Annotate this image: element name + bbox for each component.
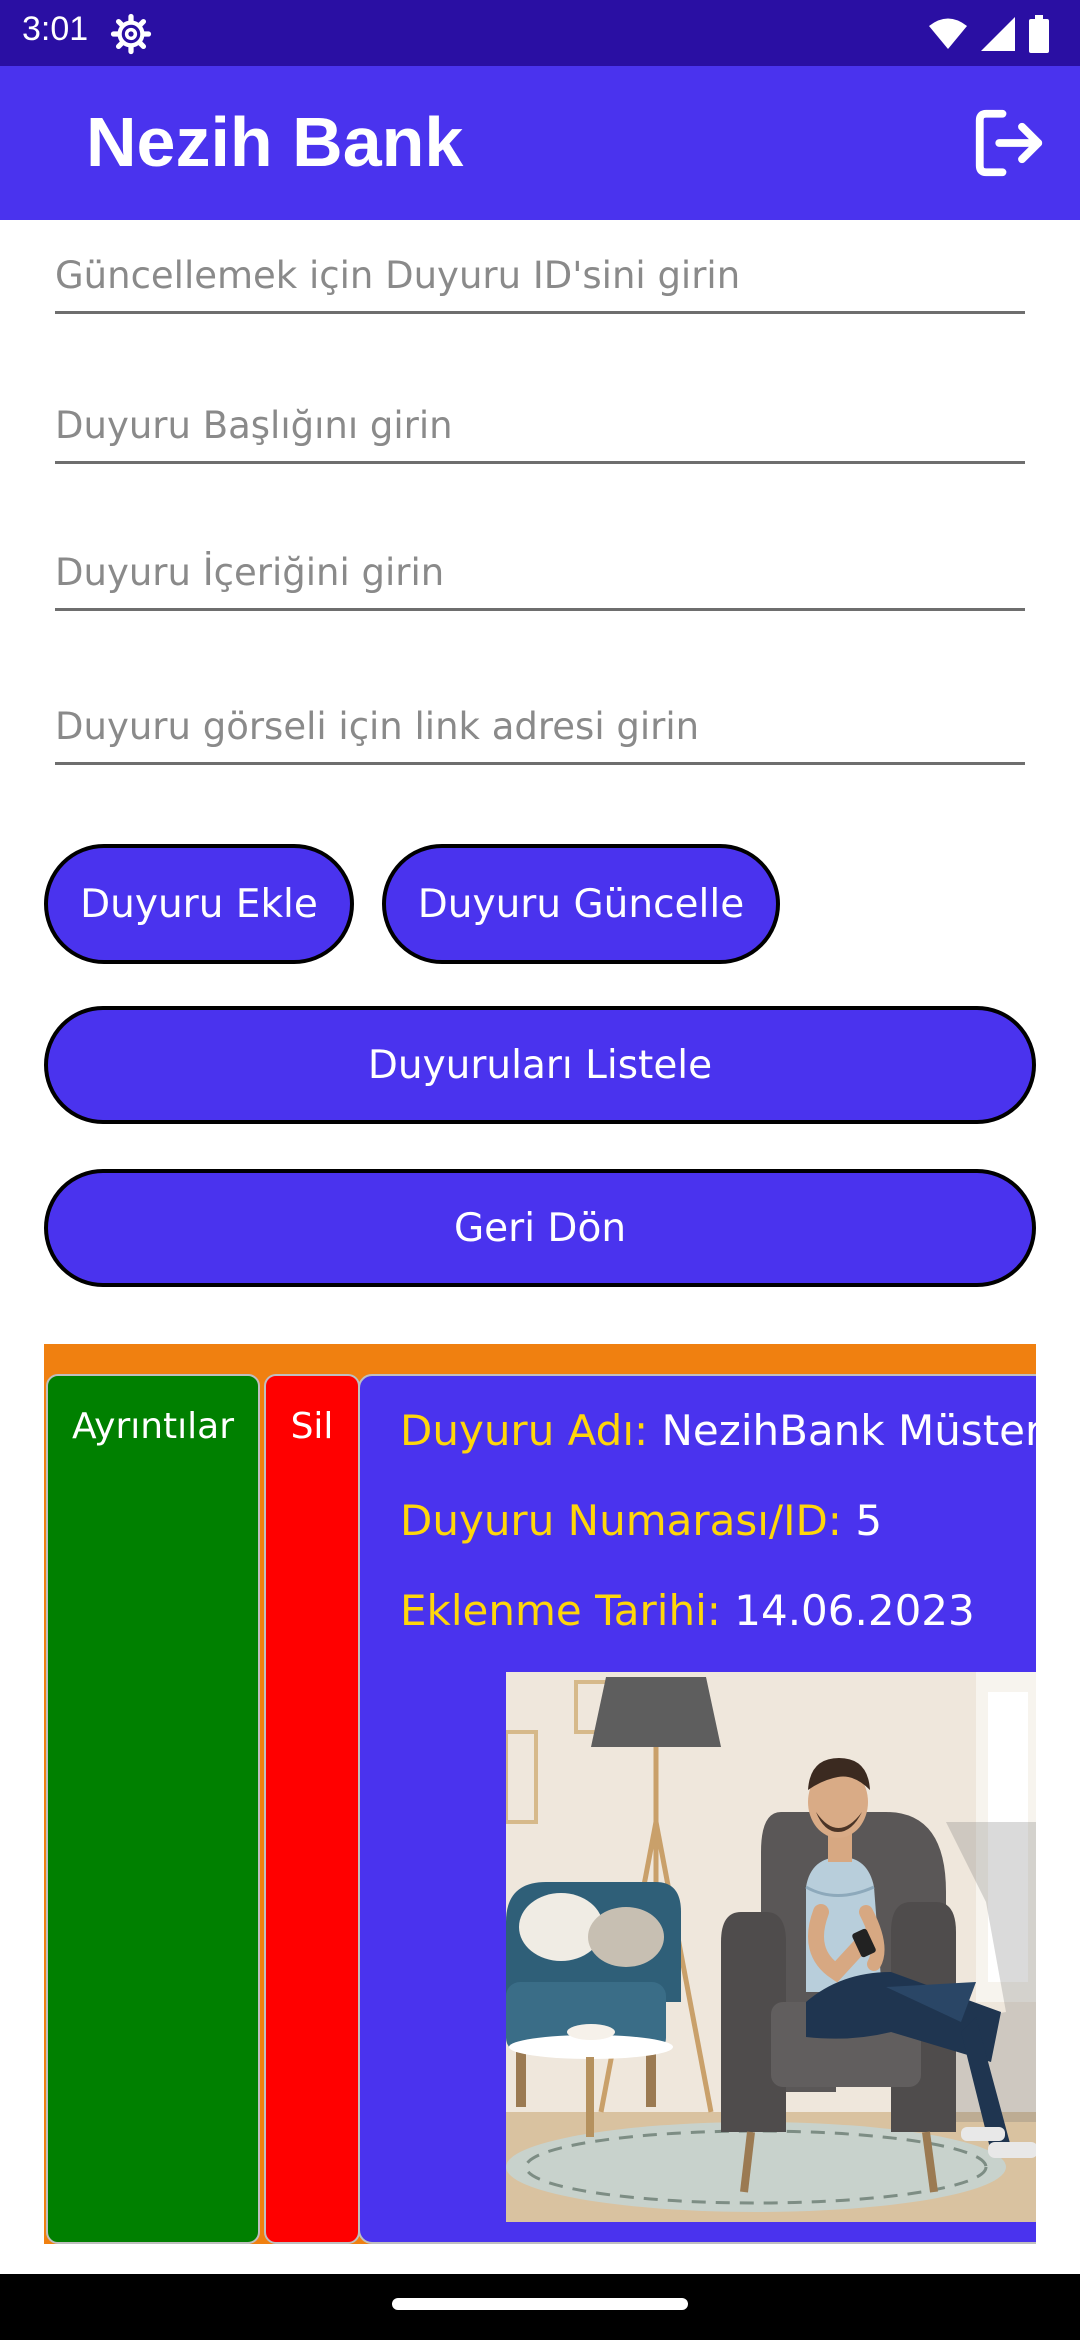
details-label: Ayrıntılar	[71, 1406, 235, 1447]
details-button[interactable]: Ayrıntılar	[46, 1374, 260, 2244]
app-title: Nezih Bank	[86, 103, 464, 181]
announcement-name-value: NezihBank Müsteris	[661, 1406, 1036, 1455]
announcement-id-label: Duyuru Numarası/ID:	[400, 1496, 842, 1545]
announcement-name-row: Duyuru Adı: NezihBank Müsteris	[400, 1406, 1036, 1455]
logout-icon[interactable]	[970, 104, 1048, 182]
announcement-info-panel: Duyuru Adı: NezihBank Müsteris Duyuru Nu…	[358, 1374, 1036, 2244]
image-link-input[interactable]	[55, 705, 1025, 762]
delete-button[interactable]: Sil	[264, 1374, 360, 2244]
navigation-bar	[0, 2274, 1080, 2340]
announcement-image	[506, 1672, 1036, 2222]
announcement-title-field	[55, 404, 1025, 464]
status-bar: 3:01	[0, 0, 1080, 66]
announcement-date-value: 14.06.2023	[734, 1586, 975, 1635]
announcement-title-input[interactable]	[55, 404, 1025, 461]
update-announcement-button[interactable]: Duyuru Güncelle	[382, 844, 780, 964]
announcement-content-field	[55, 551, 1025, 611]
update-id-input[interactable]	[55, 254, 1025, 311]
home-gesture-handle[interactable]	[392, 2298, 688, 2310]
delete-label: Sil	[290, 1406, 334, 1447]
announcement-content-input[interactable]	[55, 551, 1025, 608]
cellular-signal-icon	[981, 17, 1015, 51]
battery-icon	[1029, 15, 1049, 53]
announcement-card: Ayrıntılar Sil Duyuru Adı: NezihBank Müs…	[44, 1344, 1036, 2244]
announcement-id-value: 5	[855, 1496, 883, 1545]
list-announcements-button[interactable]: Duyuruları Listele	[44, 1006, 1036, 1124]
add-announcement-button[interactable]: Duyuru Ekle	[44, 844, 354, 964]
status-time: 3:01	[22, 10, 89, 48]
announcement-id-row: Duyuru Numarası/ID: 5	[400, 1496, 882, 1545]
wifi-icon	[929, 18, 967, 49]
announcement-name-label: Duyuru Adı:	[400, 1406, 649, 1455]
image-link-field	[55, 705, 1025, 765]
settings-gear-icon	[110, 13, 152, 55]
back-button[interactable]: Geri Dön	[44, 1169, 1036, 1287]
status-icons	[928, 14, 1050, 54]
announcement-date-label: Eklenme Tarihi:	[400, 1586, 721, 1635]
announcement-date-row: Eklenme Tarihi: 14.06.2023	[400, 1586, 975, 1635]
app-bar: Nezih Bank	[0, 66, 1080, 220]
update-id-field	[55, 254, 1025, 314]
